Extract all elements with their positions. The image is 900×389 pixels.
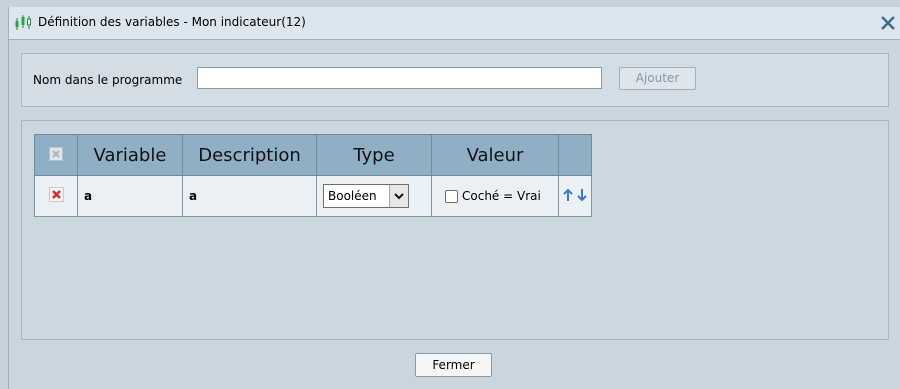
value-checkbox-label: Coché = Vrai — [462, 189, 541, 204]
table-row: a a Booléen Coché = Vrai — [34, 175, 592, 217]
delete-icon[interactable] — [48, 187, 64, 202]
variables-table: Variable Description Type Valeur a a Boo… — [34, 134, 592, 217]
value-cell: Coché = Vrai — [431, 175, 559, 217]
close-icon[interactable] — [878, 13, 898, 33]
description-cell[interactable]: a — [182, 175, 317, 217]
header-value[interactable]: Valeur — [431, 134, 559, 176]
arrow-up-icon[interactable] — [563, 188, 573, 205]
header-description[interactable]: Description — [182, 134, 317, 176]
arrow-down-icon[interactable] — [577, 188, 587, 205]
delete-all-icon[interactable] — [49, 146, 63, 161]
add-button[interactable]: Ajouter — [619, 67, 696, 90]
delete-cell — [34, 175, 78, 217]
dialog-title: Définition des variables - Mon indicateu… — [38, 15, 306, 29]
value-checkbox[interactable] — [445, 189, 458, 203]
move-cell — [558, 175, 592, 217]
type-select-value: Booléen — [328, 189, 377, 203]
variables-table-panel: Variable Description Type Valeur a a Boo… — [21, 120, 889, 340]
header-delete-cell — [34, 134, 78, 176]
variable-cell[interactable]: a — [77, 175, 183, 217]
close-button[interactable]: Fermer — [415, 353, 492, 377]
program-name-label: Nom dans le programme — [33, 73, 183, 87]
type-select[interactable]: Booléen — [323, 184, 409, 208]
header-move — [558, 134, 592, 176]
type-cell: Booléen — [316, 175, 432, 217]
chevron-down-icon — [389, 185, 408, 207]
table-header-row: Variable Description Type Valeur — [34, 134, 592, 176]
variable-name-panel: Nom dans le programme Ajouter — [21, 53, 889, 107]
header-type[interactable]: Type — [316, 134, 432, 176]
program-name-input[interactable] — [197, 67, 602, 89]
title-bar: Définition des variables - Mon indicateu… — [9, 7, 900, 40]
candlestick-chart-icon — [14, 14, 34, 32]
header-variable[interactable]: Variable — [77, 134, 183, 176]
dialog-window: Définition des variables - Mon indicateu… — [8, 7, 900, 389]
